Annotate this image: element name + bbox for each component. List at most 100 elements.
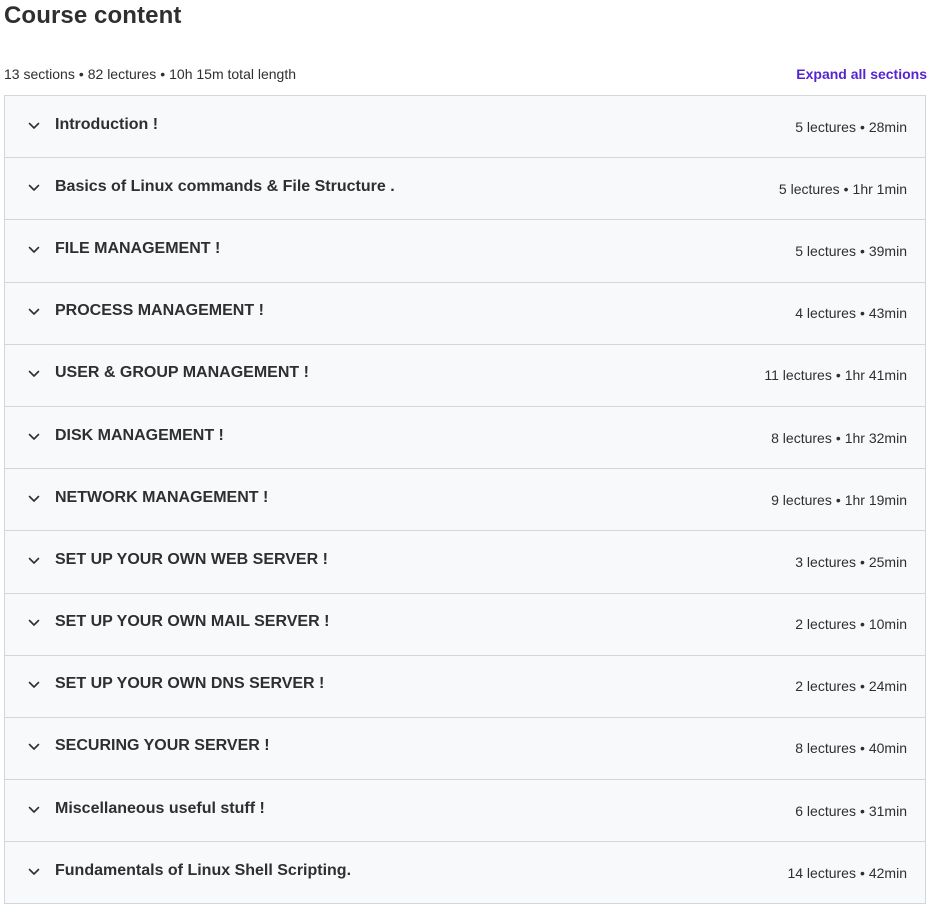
section-duration: 43min: [868, 305, 907, 322]
separator-dot: •: [835, 367, 841, 384]
separator-dot: •: [859, 678, 865, 695]
chevron-down-icon: [27, 865, 41, 879]
section-lecture-count: 11 lectures: [764, 367, 832, 384]
section-row[interactable]: FILE MANAGEMENT ! 5 lectures • 39min: [5, 220, 925, 283]
section-lecture-count: 14 lectures: [787, 864, 856, 881]
section-meta: 8 lectures • 1hr 32min: [771, 430, 907, 446]
summary-length: 10h 15m total length: [169, 66, 296, 82]
section-duration: 1hr 41min: [844, 367, 907, 384]
separator-dot: •: [78, 66, 84, 82]
summary-row: 13 sections • 82 lectures • 10h 15m total le…: [4, 64, 927, 84]
chevron-down-icon: [27, 492, 41, 506]
chevron-down-icon: [27, 803, 41, 817]
section-meta: 9 lectures • 1hr 19min: [771, 492, 907, 508]
section-title: FILE MANAGEMENT !: [55, 239, 221, 257]
section-meta: 2 lectures • 10min: [795, 616, 907, 632]
summary-lectures: 82 lectures: [87, 66, 157, 82]
section-meta: 5 lectures • 39min: [795, 243, 907, 259]
chevron-down-icon: [27, 740, 41, 754]
section-row[interactable]: SET UP YOUR OWN DNS SERVER ! 2 lectures •…: [5, 655, 925, 718]
section-title: NETWORK MANAGEMENT !: [55, 488, 269, 506]
section-lecture-count: 8 lectures: [771, 429, 832, 446]
section-lecture-count: 5 lectures: [795, 242, 856, 259]
section-meta: 5 lectures • 1hr 1min: [779, 181, 907, 197]
section-row[interactable]: DISK MANAGEMENT ! 8 lectures • 1hr 32min: [5, 406, 925, 470]
separator-dot: •: [160, 66, 166, 82]
section-row[interactable]: Introduction ! 5 lectures • 28min: [5, 96, 925, 159]
section-meta: 2 lectures • 24min: [795, 678, 907, 694]
section-duration: 42min: [868, 864, 907, 881]
separator-dot: •: [859, 616, 865, 633]
section-duration: 10min: [868, 616, 907, 633]
separator-dot: •: [859, 553, 865, 570]
page-title: Course content: [4, 2, 182, 29]
section-row[interactable]: SECURING YOUR SERVER ! 8 lectures • 40min: [5, 717, 925, 781]
section-duration: 28min: [868, 118, 907, 135]
separator-dot: •: [835, 491, 841, 508]
separator-dot: •: [859, 864, 865, 881]
section-title: SECURING YOUR SERVER !: [55, 737, 270, 755]
separator-dot: •: [859, 305, 865, 322]
section-duration: 31min: [868, 802, 907, 819]
separator-dot: •: [859, 740, 865, 757]
section-row[interactable]: SET UP YOUR OWN WEB SERVER ! 3 lectures •…: [5, 531, 925, 594]
chevron-down-icon: [27, 616, 41, 630]
separator-dot: •: [835, 429, 841, 446]
section-lecture-count: 2 lectures: [795, 616, 856, 633]
expand-all-sections-button[interactable]: Expand all sections: [796, 66, 927, 82]
separator-dot: •: [843, 180, 849, 197]
section-duration: 39min: [868, 242, 907, 259]
section-title: USER & GROUP MANAGEMENT !: [55, 364, 309, 382]
chevron-down-icon: [27, 430, 41, 444]
section-duration: 40min: [868, 740, 907, 757]
section-lecture-count: 5 lectures: [778, 180, 840, 197]
section-row[interactable]: USER & GROUP MANAGEMENT ! 11 lectures • 1h…: [5, 344, 925, 407]
section-duration: 1hr 32min: [844, 429, 907, 446]
section-row[interactable]: SET UP YOUR OWN MAIL SERVER ! 2 lectures…: [5, 593, 925, 656]
section-row[interactable]: NETWORK MANAGEMENT ! 9 lectures • 1hr 19mi…: [5, 469, 925, 532]
section-lecture-count: 2 lectures: [795, 678, 856, 695]
chevron-down-icon: [27, 554, 41, 568]
section-meta: 6 lectures • 31min: [795, 803, 907, 819]
chevron-down-icon: [27, 119, 41, 133]
section-row[interactable]: Basics of Linux commands & File Structur…: [5, 158, 925, 221]
section-meta: 5 lectures • 28min: [795, 119, 907, 135]
sections-accordion: Introduction ! 5 lectures • 28min Basics o…: [4, 95, 926, 905]
section-duration: 24min: [868, 678, 907, 695]
summary-sections: 13 sections: [4, 66, 75, 82]
chevron-down-icon: [27, 367, 41, 381]
section-title: SET UP YOUR OWN MAIL SERVER !: [55, 613, 330, 631]
section-row[interactable]: Miscellaneous useful stuff ! 6 lectures •…: [5, 780, 925, 843]
section-duration: 25min: [868, 553, 907, 570]
section-lecture-count: 8 lectures: [795, 740, 856, 757]
section-title: SET UP YOUR OWN WEB SERVER !: [55, 550, 328, 568]
chevron-down-icon: [27, 243, 41, 257]
section-meta: 8 lectures • 40min: [795, 740, 907, 756]
section-title: Basics of Linux commands & File Structur…: [55, 177, 395, 195]
section-title: DISK MANAGEMENT !: [55, 426, 224, 444]
chevron-down-icon: [27, 305, 41, 319]
separator-dot: •: [859, 802, 865, 819]
section-title: Miscellaneous useful stuff !: [55, 799, 265, 817]
section-lecture-count: 6 lectures: [795, 802, 856, 819]
section-title: Introduction !: [55, 115, 159, 133]
section-duration: 1hr 1min: [852, 180, 907, 197]
separator-dot: •: [859, 118, 865, 135]
section-title: SET UP YOUR OWN DNS SERVER !: [55, 675, 325, 693]
section-title: Fundamentals of Linux Shell Scripting.: [55, 861, 352, 879]
section-meta: 14 lectures • 42min: [787, 865, 907, 881]
section-row[interactable]: PROCESS MANAGEMENT ! 4 lectures • 43min: [5, 282, 925, 345]
chevron-down-icon: [27, 678, 41, 692]
section-meta: 3 lectures • 25min: [795, 554, 907, 570]
chevron-down-icon: [27, 181, 41, 195]
section-meta: 4 lectures • 43min: [795, 305, 907, 321]
section-row[interactable]: Fundamentals of Linux Shell Scripting. 1…: [5, 842, 925, 905]
course-summary: 13 sections • 82 lectures • 10h 15m total le…: [4, 66, 296, 82]
section-duration: 1hr 19min: [844, 491, 907, 508]
section-lecture-count: 3 lectures: [795, 553, 856, 570]
section-meta: 11 lectures • 1hr 41min: [764, 367, 907, 383]
separator-dot: •: [859, 242, 865, 259]
section-lecture-count: 9 lectures: [771, 491, 832, 508]
section-lecture-count: 5 lectures: [795, 118, 856, 135]
section-lecture-count: 4 lectures: [795, 305, 856, 322]
